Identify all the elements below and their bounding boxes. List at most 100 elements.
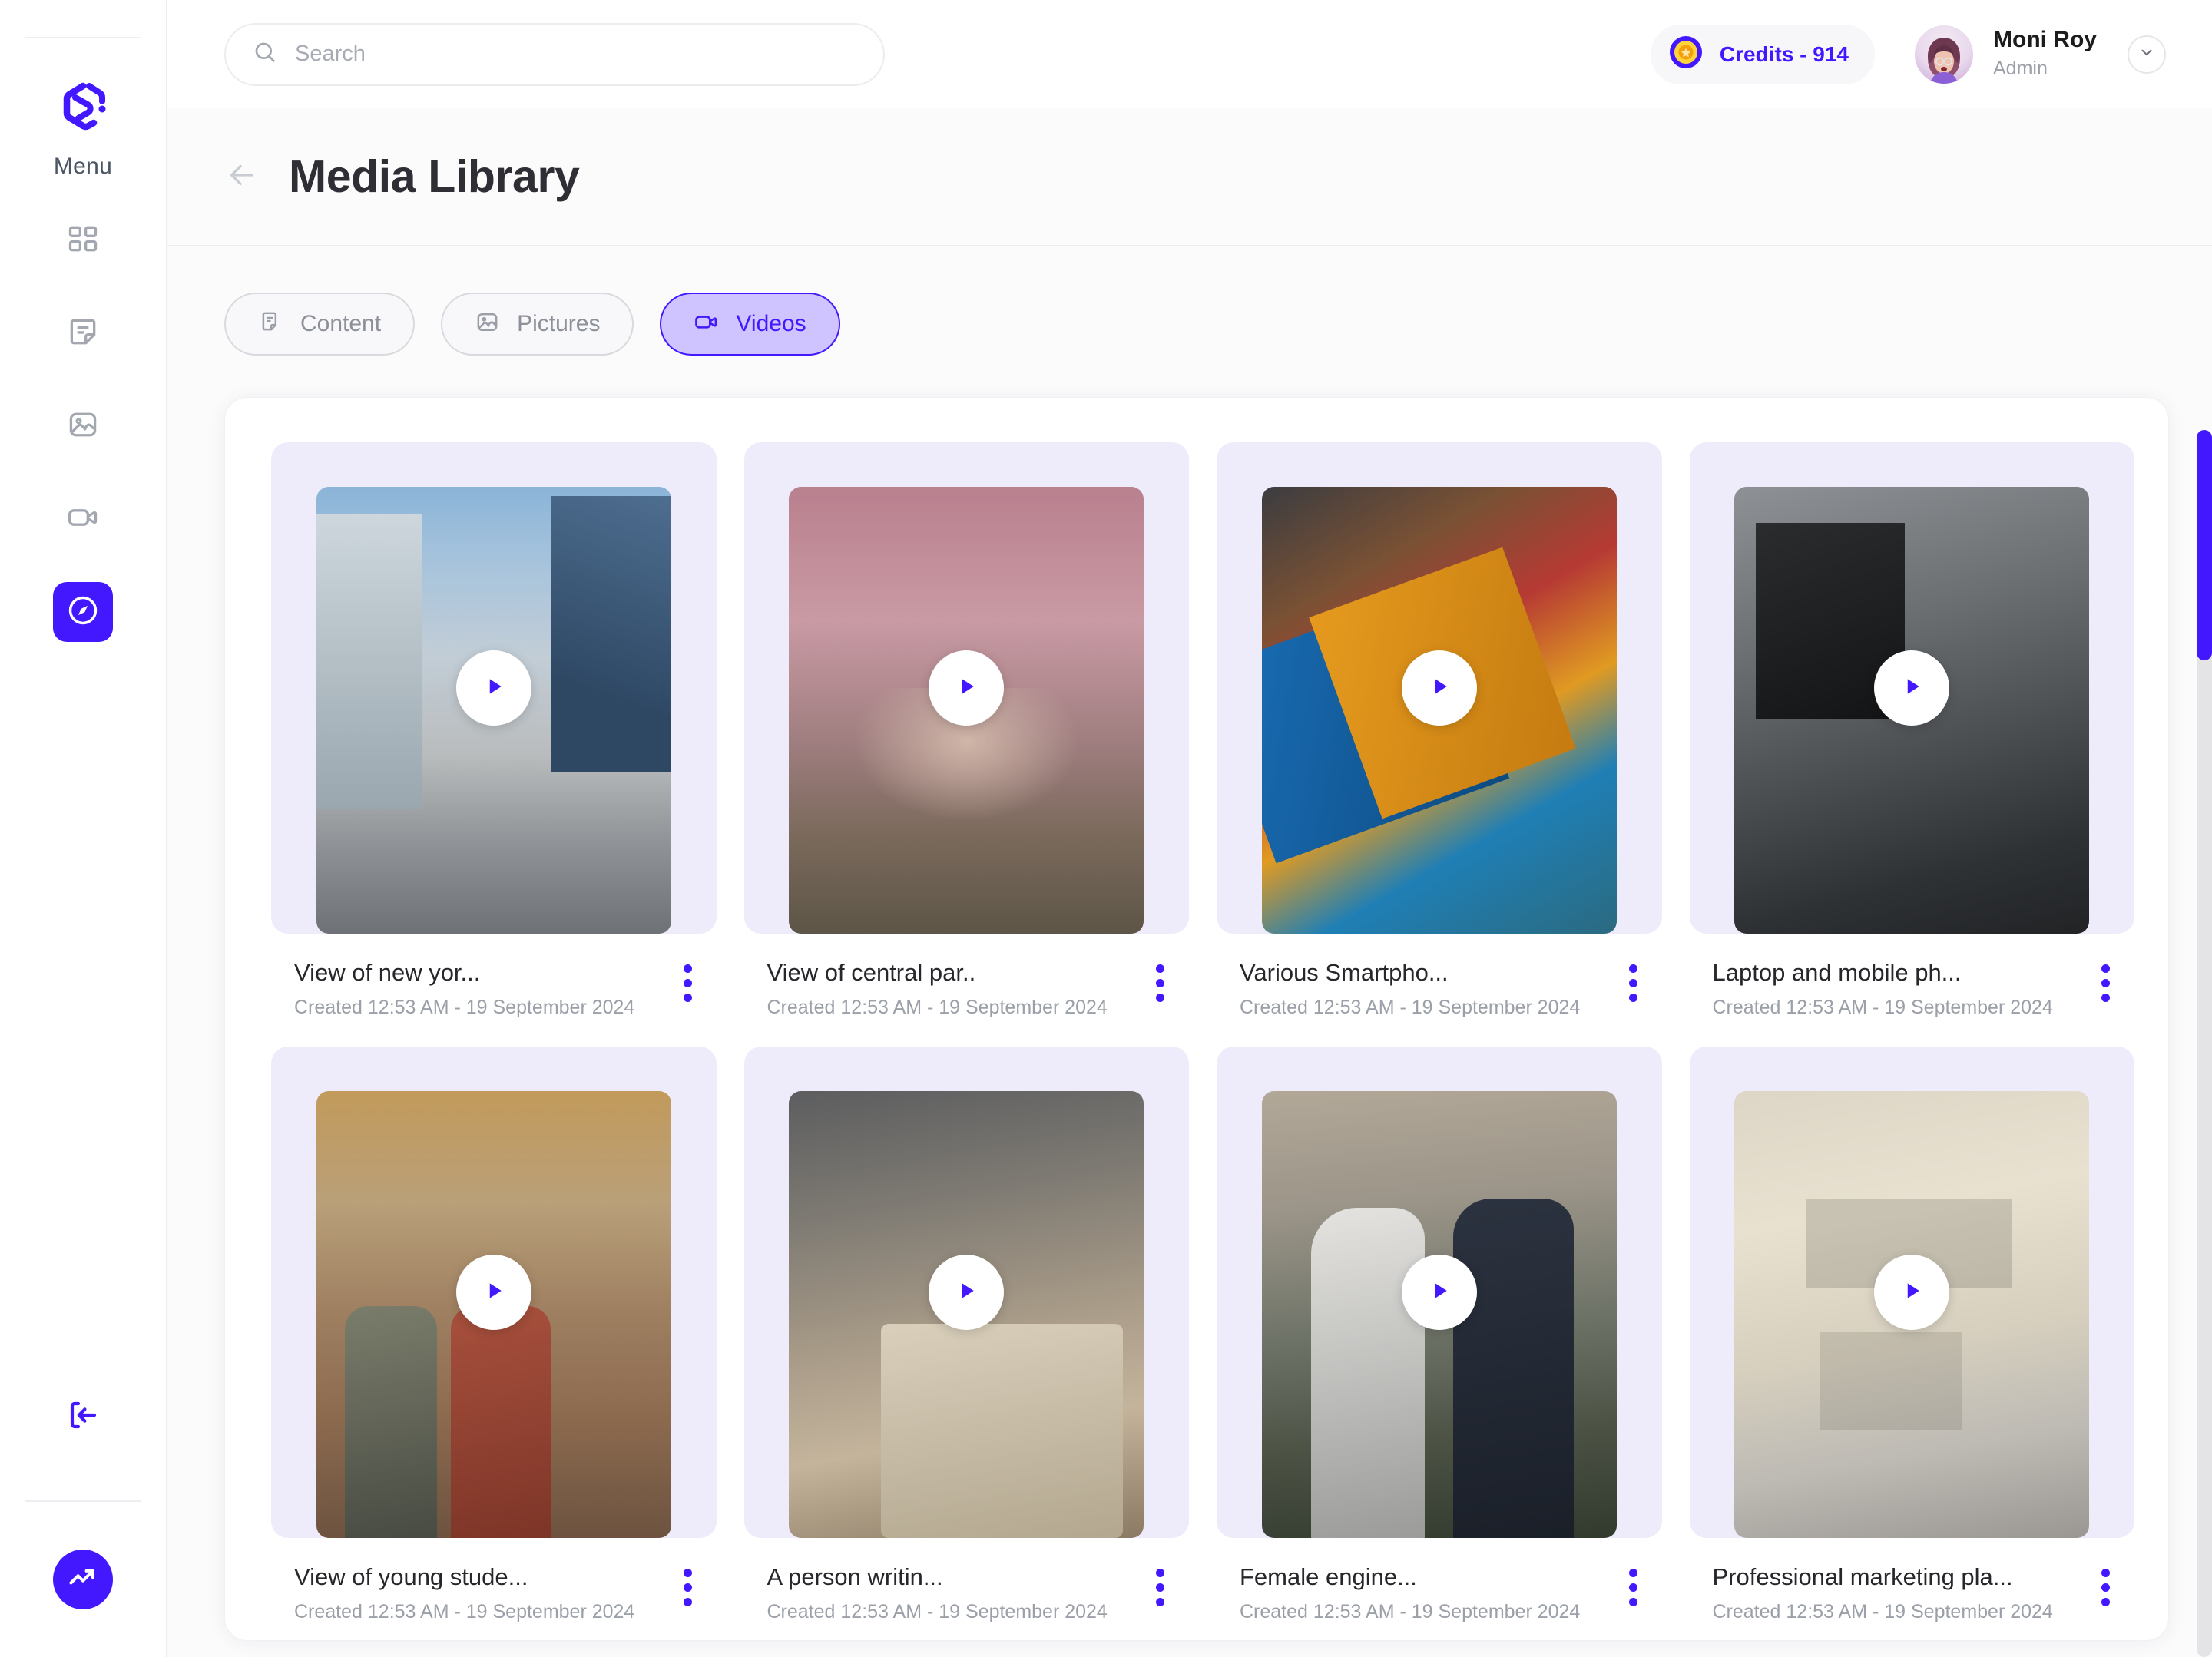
media-card-meta: A person writin... Created 12:53 AM - 19…	[744, 1538, 1190, 1623]
media-card-title: Professional marketing pla...	[1712, 1563, 2013, 1591]
profile-menu[interactable]: Moni Roy Admin	[1915, 25, 2166, 84]
media-card-more-button[interactable]	[1142, 1563, 1175, 1607]
media-card-title: View of new yor...	[294, 959, 481, 986]
media-card-text: View of new yor... Created 12:53 AM - 19…	[294, 958, 670, 1019]
play-button[interactable]	[455, 1255, 531, 1331]
sidebar-bottom-divider	[25, 1500, 141, 1502]
trending-fab-button[interactable]	[53, 1550, 113, 1609]
media-thumbnail-wrap[interactable]	[743, 1047, 1189, 1539]
media-card-more-button[interactable]	[670, 958, 703, 1002]
media-card-subtitle: Created 12:53 AM - 19 September 2024	[1712, 1601, 2053, 1623]
media-card[interactable]: View of new yor... Created 12:53 AM - 19…	[271, 442, 717, 1020]
image-icon	[475, 309, 500, 339]
media-thumbnail-wrap[interactable]	[1217, 442, 1662, 934]
note-icon	[66, 315, 100, 352]
play-icon	[480, 673, 508, 704]
play-icon	[1898, 673, 1926, 704]
media-thumbnail-wrap[interactable]	[1217, 1047, 1662, 1539]
media-card[interactable]: Laptop and mobile ph... Created 12:53 AM…	[1689, 442, 2135, 1020]
media-card-text: A person writin... Created 12:53 AM - 19…	[767, 1563, 1143, 1623]
dot	[683, 979, 692, 987]
media-thumbnail-wrap[interactable]	[271, 1047, 717, 1539]
media-card-text: View of central par.. Created 12:53 AM -…	[767, 958, 1143, 1019]
dot	[2101, 1583, 2110, 1593]
search-input[interactable]	[295, 41, 857, 67]
sidebar-item-dashboard[interactable]	[53, 210, 113, 270]
media-thumbnail-wrap[interactable]	[271, 442, 717, 934]
media-card[interactable]: View of young stude... Created 12:53 AM …	[271, 1047, 717, 1624]
play-button[interactable]	[929, 1255, 1005, 1331]
media-card-subtitle: Created 12:53 AM - 19 September 2024	[294, 1601, 635, 1623]
dot	[683, 1583, 692, 1593]
media-thumbnail-wrap[interactable]	[743, 442, 1189, 934]
play-icon	[952, 1277, 980, 1308]
tab-videos[interactable]: Videos	[660, 293, 840, 356]
image-icon	[66, 408, 100, 445]
media-grid: View of new yor... Created 12:53 AM - 19…	[271, 442, 2135, 1624]
search-icon	[252, 39, 278, 69]
media-card-title: Laptop and mobile ph...	[1712, 959, 1962, 986]
video-icon	[694, 309, 719, 339]
play-icon	[1898, 1277, 1926, 1308]
sidebar-item-videos[interactable]	[53, 489, 113, 549]
play-button[interactable]	[1401, 650, 1477, 726]
media-card[interactable]: Professional marketing pla... Created 12…	[1689, 1047, 2134, 1624]
page-header: Media Library	[167, 108, 2212, 246]
media-card[interactable]: Various Smartpho... Created 12:53 AM - 1…	[1217, 442, 1662, 1020]
media-thumbnail-wrap[interactable]	[1689, 442, 2134, 934]
arrow-left-icon[interactable]	[224, 157, 260, 197]
media-thumbnail-wrap[interactable]	[1689, 1047, 2134, 1539]
media-card-more-button[interactable]	[2088, 958, 2121, 1002]
tab-pictures-label: Pictures	[517, 311, 601, 336]
media-card-more-button[interactable]	[670, 1563, 703, 1607]
media-card-more-button[interactable]	[1615, 958, 1648, 1002]
tab-pictures[interactable]: Pictures	[441, 293, 634, 356]
brand-logo[interactable]	[55, 78, 111, 134]
media-card[interactable]: A person writin... Created 12:53 AM - 19…	[743, 1047, 1190, 1624]
page-title: Media Library	[289, 151, 580, 202]
compass-icon	[65, 593, 101, 632]
scrollbar-thumb[interactable]	[2197, 430, 2212, 660]
profile-dropdown-button[interactable]	[2128, 35, 2166, 74]
media-card-subtitle: Created 12:53 AM - 19 September 2024	[767, 1601, 1108, 1623]
media-card-more-button[interactable]	[2088, 1563, 2121, 1607]
play-icon	[952, 673, 980, 704]
dot	[683, 994, 692, 1002]
media-card-meta: Female engine... Created 12:53 AM - 19 S…	[1217, 1538, 1662, 1623]
sidebar-item-logout[interactable]	[53, 1387, 113, 1447]
topbar-right: Credits - 914 Moni Roy Admin	[1650, 24, 2166, 84]
media-card[interactable]: Female engine... Created 12:53 AM - 19 S…	[1217, 1047, 1662, 1624]
play-button[interactable]	[929, 650, 1005, 726]
play-button[interactable]	[455, 650, 531, 726]
dot	[1628, 964, 1637, 973]
dot	[2101, 964, 2110, 973]
tab-content[interactable]: Content	[224, 293, 416, 356]
sidebar-item-pictures[interactable]	[53, 396, 113, 456]
media-card-more-button[interactable]	[1615, 1563, 1648, 1607]
search-box[interactable]	[224, 22, 885, 86]
content-area: Content Pictures Videos View of new yor.…	[167, 246, 2212, 1657]
dot	[2101, 1569, 2110, 1578]
media-type-tabs: Content Pictures Videos	[224, 293, 2169, 356]
media-card-meta: Laptop and mobile ph... Created 12:53 AM…	[1690, 934, 2135, 1019]
media-card-title: Female engine...	[1240, 1563, 1417, 1591]
tab-content-label: Content	[300, 311, 382, 336]
sidebar-item-explore[interactable]	[53, 582, 113, 642]
sidebar-item-content[interactable]	[53, 303, 113, 363]
media-card-meta: View of central par.. Created 12:53 AM -…	[744, 934, 1190, 1019]
play-button[interactable]	[1401, 1255, 1477, 1331]
media-card-more-button[interactable]	[1142, 958, 1175, 1002]
dot	[683, 964, 692, 973]
credits-button[interactable]: Credits - 914	[1650, 24, 1875, 84]
media-card-title: A person writin...	[767, 1563, 943, 1591]
tab-videos-label: Videos	[736, 311, 806, 336]
media-card[interactable]: View of central par.. Created 12:53 AM -…	[743, 442, 1190, 1020]
trending-up-icon	[66, 1561, 100, 1599]
credits-label: Credits - 914	[1719, 41, 1849, 66]
dot	[2101, 979, 2110, 987]
play-button[interactable]	[1874, 1255, 1950, 1331]
dot	[1156, 964, 1164, 973]
media-card-meta: View of young stude... Created 12:53 AM …	[271, 1538, 717, 1623]
play-button[interactable]	[1874, 650, 1950, 726]
dot	[1156, 994, 1164, 1002]
